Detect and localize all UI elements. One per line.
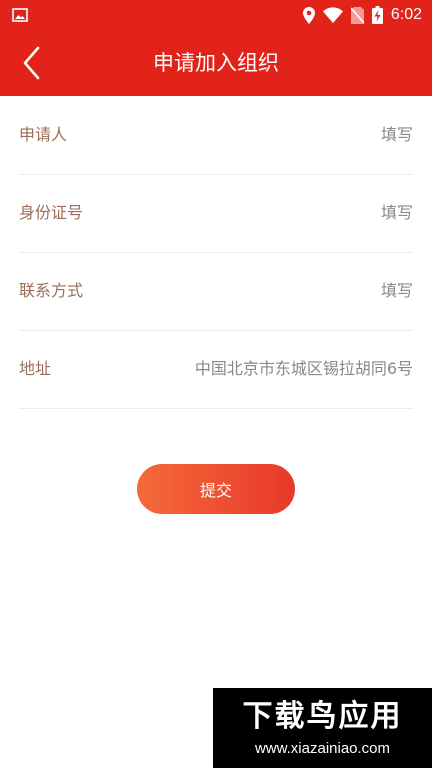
status-left — [12, 7, 28, 26]
contact-label: 联系方式 — [19, 281, 84, 300]
watermark-url: www.xiazainiao.com — [254, 740, 391, 757]
location-icon — [302, 6, 315, 24]
watermark-brand: 下载鸟应用 — [242, 699, 403, 734]
address-label: 地址 — [19, 359, 52, 378]
contact-input[interactable]: 填写 — [381, 281, 413, 301]
no-sim-icon — [350, 6, 364, 24]
image-icon — [12, 8, 28, 22]
field-row-applicant[interactable]: 申请人 填写 — [19, 97, 413, 175]
id-number-label: 身份证号 — [19, 203, 84, 222]
applicant-input[interactable]: 填写 — [381, 125, 413, 145]
field-row-address[interactable]: 地址 中国北京市东城区锡拉胡同6号 — [19, 331, 413, 409]
site-watermark: 下载鸟应用 www.xiazainiao.com — [213, 688, 432, 768]
page-title: 申请加入组织 — [153, 51, 279, 75]
applicant-label: 申请人 — [19, 125, 68, 144]
address-input[interactable]: 中国北京市东城区锡拉胡同6号 — [195, 359, 413, 379]
field-row-id-number[interactable]: 身份证号 填写 — [19, 175, 413, 253]
battery-charging-icon — [371, 6, 383, 24]
field-row-contact[interactable]: 联系方式 填写 — [19, 253, 413, 331]
wifi-icon — [322, 7, 343, 23]
join-form: 申请人 填写 身份证号 填写 联系方式 填写 地址 中国北京市东城区锡拉胡同6号 — [19, 97, 413, 409]
id-number-input[interactable]: 填写 — [381, 203, 413, 223]
status-time: 6:02 — [390, 6, 422, 23]
app-bar: 申请加入组织 — [0, 30, 432, 96]
status-right: 6:02 — [302, 5, 422, 25]
submit-button[interactable]: 提交 — [137, 464, 295, 514]
status-bar: 6:02 — [0, 0, 432, 30]
